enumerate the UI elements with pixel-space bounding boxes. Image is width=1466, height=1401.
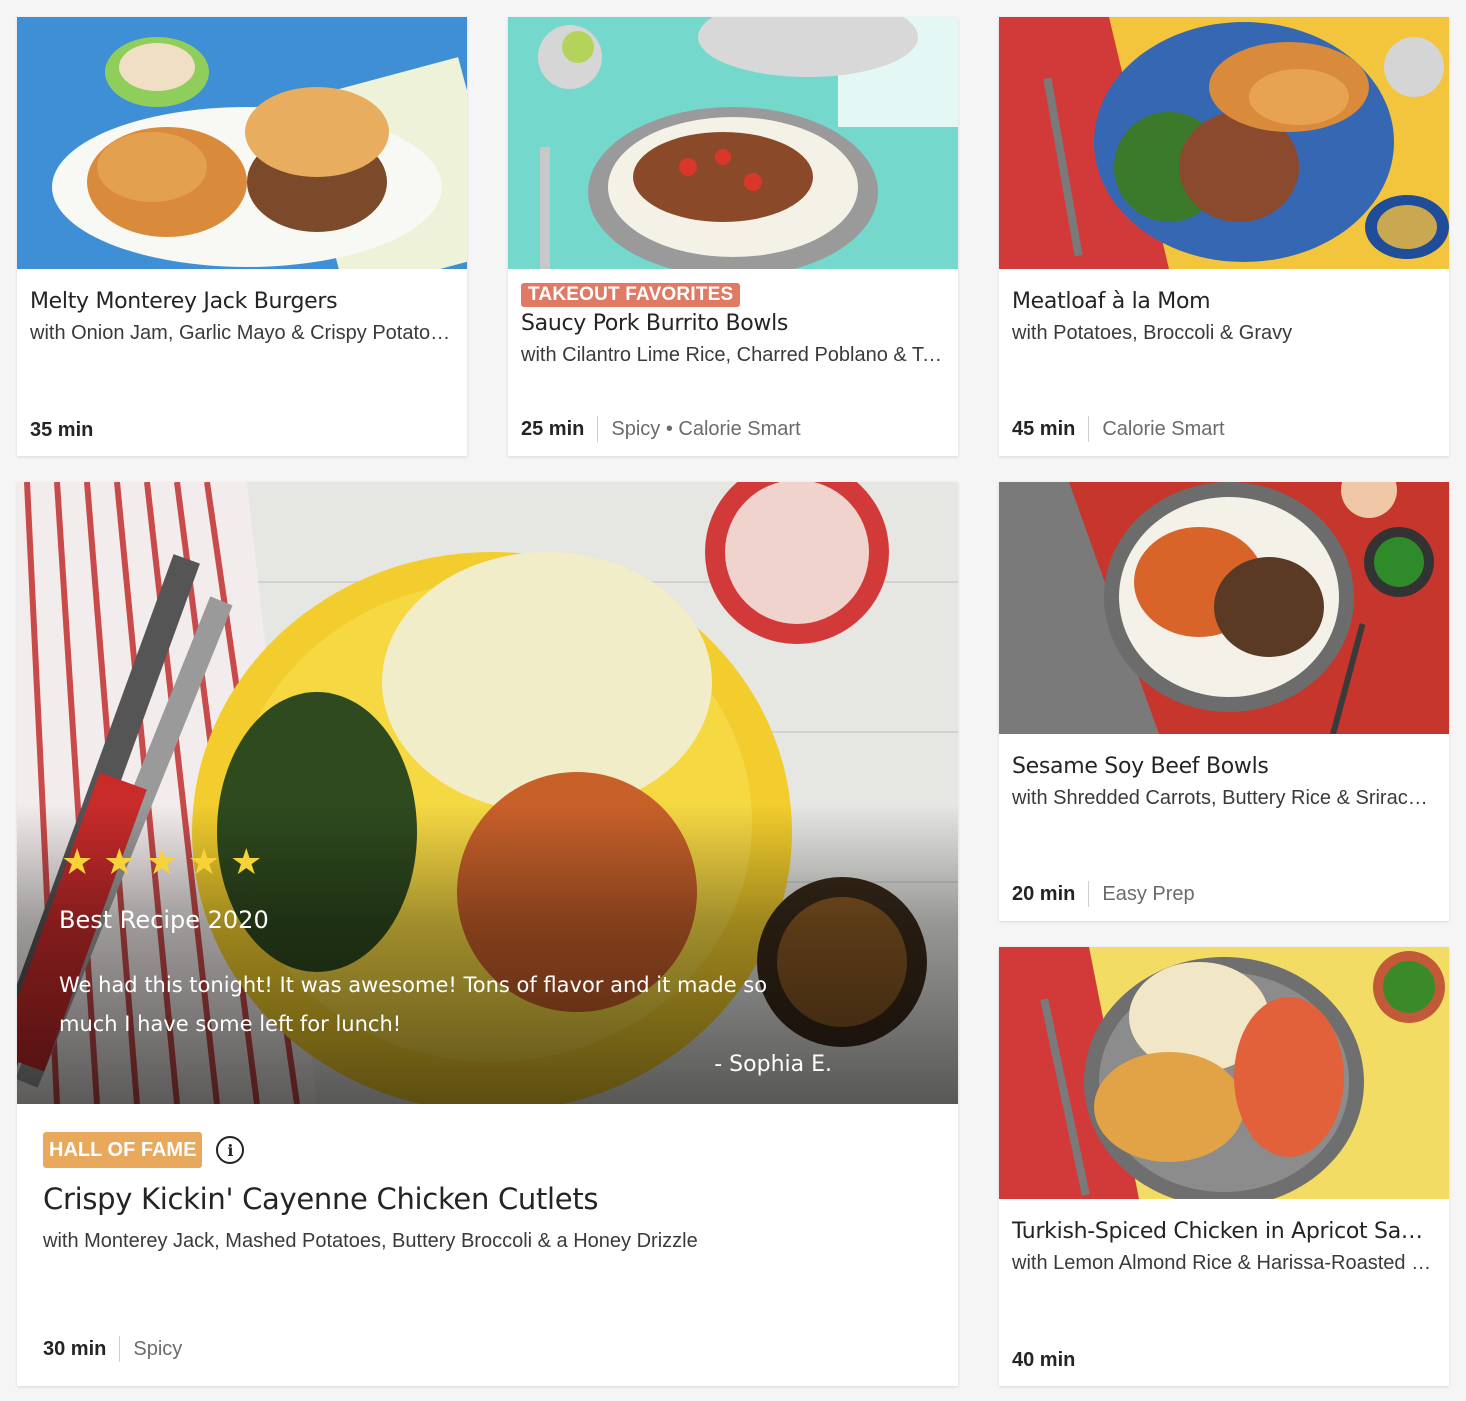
recipe-subtitle: with Lemon Almond Rice & Harissa-Roasted…: [1012, 1252, 1436, 1274]
recipe-tags: Spicy • Calorie Smart: [611, 417, 801, 440]
recipe-tags: Easy Prep: [1102, 882, 1195, 905]
star-icon: ★: [145, 841, 178, 882]
meta-divider: [119, 1336, 121, 1362]
recipe-card-meatloaf[interactable]: Meatloaf à la Mom with Potatoes, Broccol…: [999, 17, 1449, 456]
recipe-subtitle: with Potatoes, Broccoli & Gravy: [1012, 322, 1293, 344]
recipe-card-beef-bowls[interactable]: Sesame Soy Beef Bowls with Shredded Carr…: [999, 482, 1449, 921]
recipe-meta: 45 min Calorie Smart: [1012, 416, 1436, 442]
recipe-title[interactable]: Melty Monterey Jack Burgers: [30, 289, 454, 314]
recipe-title[interactable]: Turkish-Spiced Chicken in Apricot Sauce: [1012, 1219, 1436, 1244]
star-icon: ★: [187, 841, 221, 882]
recipe-card-turkish-chicken[interactable]: Turkish-Spiced Chicken in Apricot Sauce …: [999, 947, 1449, 1386]
hall-of-fame-badge: HALL OF FAME: [43, 1132, 203, 1168]
meta-divider: [1088, 416, 1090, 442]
info-icon[interactable]: i: [216, 1136, 245, 1164]
rating-stars: ★ ★ ★ ★ ★: [61, 844, 262, 880]
review-author: - Sophia E.: [714, 1052, 832, 1077]
recipe-title[interactable]: Sesame Soy Beef Bowls: [1012, 754, 1436, 779]
star-icon: ★: [103, 841, 136, 882]
recipe-tags: Calorie Smart: [1102, 417, 1225, 440]
recipe-image-burgers[interactable]: [17, 17, 467, 269]
cook-time: 35 min: [30, 419, 94, 441]
review-text: We had this tonight! It was awesome! Ton…: [59, 973, 768, 1036]
recipe-image-turkish-chicken[interactable]: [999, 947, 1449, 1199]
recipe-title[interactable]: Meatloaf à la Mom: [1012, 289, 1436, 314]
badge-row: TAKEOUT FAVORITES: [521, 283, 945, 307]
recipe-subtitle: with Onion Jam, Garlic Mayo & Crispy Pot…: [30, 322, 454, 344]
recipe-subtitle: with Monterey Jack, Mashed Potatoes, But…: [43, 1230, 698, 1252]
recipe-card-featured-chicken-cutlets[interactable]: ★ ★ ★ ★ ★ Best Recipe 2020 We had this t…: [17, 482, 958, 1386]
star-icon: ★: [61, 841, 94, 882]
recipe-tags: Spicy: [133, 1337, 183, 1360]
recipe-meta: 25 min Spicy • Calorie Smart: [521, 416, 945, 442]
recipe-image-beef-bowls[interactable]: [999, 482, 1449, 734]
recipe-subtitle: with Cilantro Lime Rice, Charred Poblano…: [521, 344, 945, 366]
cook-time: 40 min: [1012, 1349, 1076, 1371]
review-heading: Best Recipe 2020: [59, 906, 269, 934]
cook-time: 45 min: [1012, 417, 1076, 440]
meta-divider: [597, 416, 599, 442]
cook-time: 20 min: [1012, 882, 1076, 905]
star-icon: ★: [230, 841, 263, 882]
cook-time: 25 min: [521, 417, 585, 440]
cook-time: 30 min: [43, 1337, 107, 1360]
recipe-image-burrito-bowls[interactable]: [508, 17, 958, 269]
recipe-image-meatloaf[interactable]: [999, 17, 1449, 269]
recipe-card-burgers[interactable]: Melty Monterey Jack Burgers with Onion J…: [17, 17, 467, 456]
recipe-meta: 20 min Easy Prep: [1012, 881, 1436, 907]
recipe-title[interactable]: Crispy Kickin' Cayenne Chicken Cutlets: [43, 1182, 932, 1216]
recipe-card-burrito-bowls[interactable]: TAKEOUT FAVORITES Saucy Pork Burrito Bow…: [508, 17, 958, 456]
recipe-subtitle: with Shredded Carrots, Buttery Rice & Sr…: [1012, 787, 1436, 809]
takeout-favorites-badge: TAKEOUT FAVORITES: [521, 283, 741, 307]
recipe-title[interactable]: Saucy Pork Burrito Bowls: [521, 311, 945, 336]
recipe-meta: 40 min: [1012, 1349, 1436, 1372]
meta-divider: [1088, 881, 1090, 907]
recipe-meta: 35 min: [30, 419, 454, 442]
recipe-meta: 30 min Spicy: [43, 1336, 945, 1362]
badge-row: HALL OF FAME i: [43, 1132, 932, 1168]
recipe-image-chicken-cutlets[interactable]: ★ ★ ★ ★ ★ Best Recipe 2020 We had this t…: [17, 482, 958, 1104]
